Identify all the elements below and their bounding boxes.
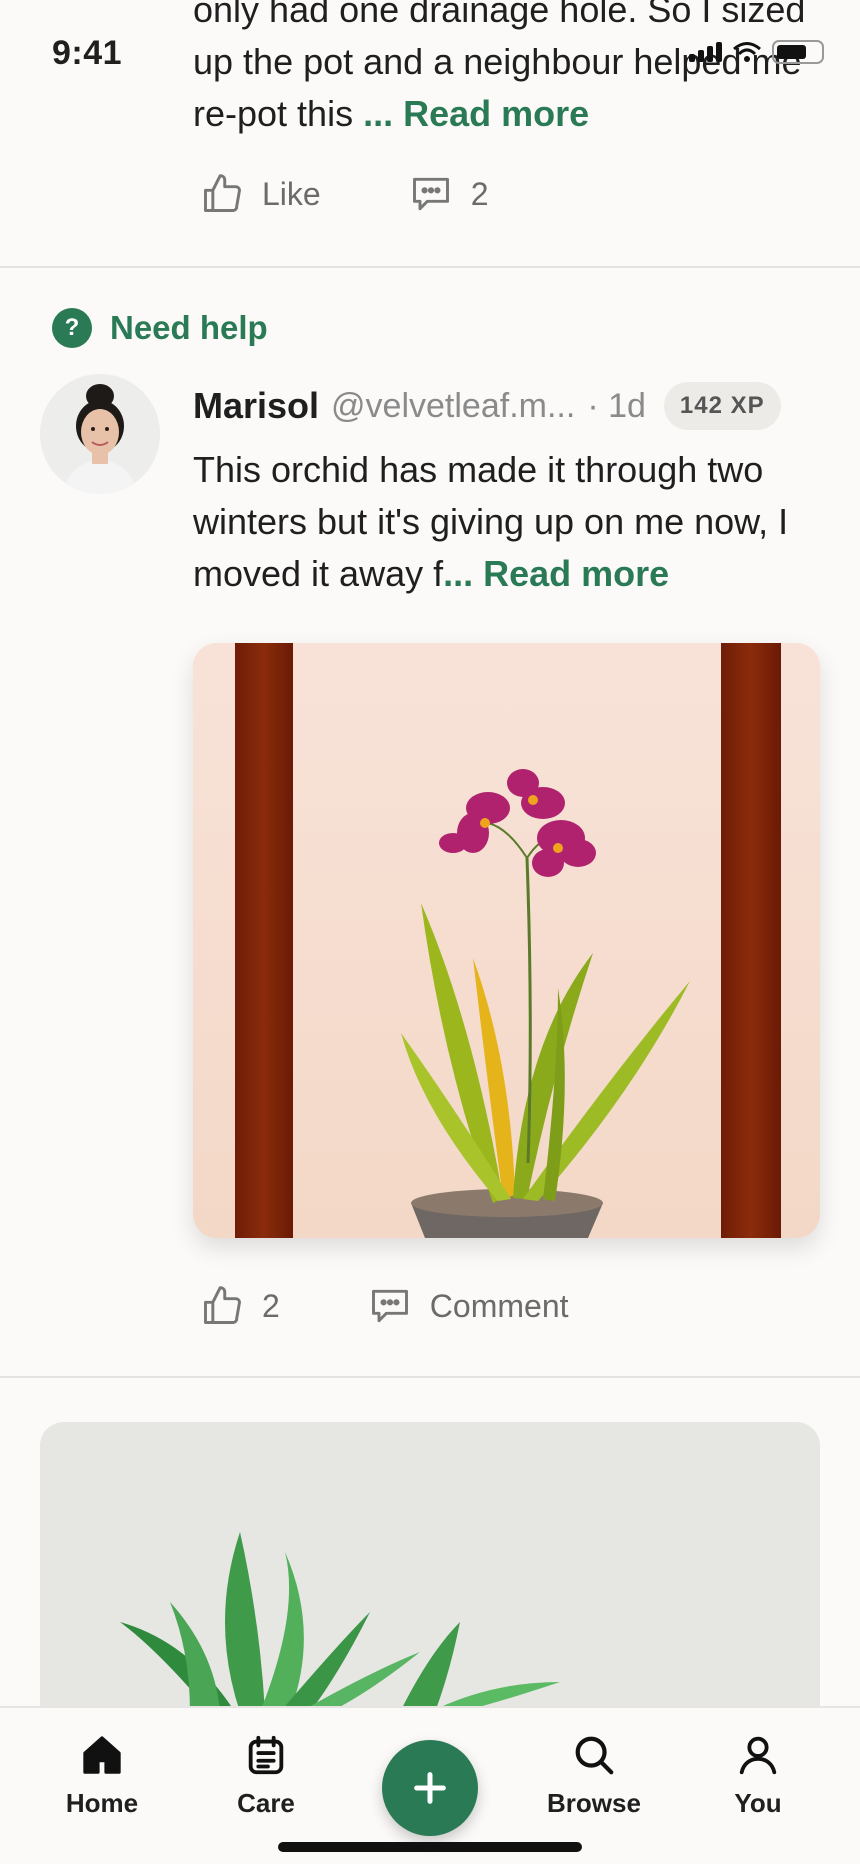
read-more-link[interactable]: ... Read more <box>443 553 669 594</box>
post-age: · 1d <box>587 386 646 425</box>
like-label: Like <box>262 175 321 212</box>
like-button[interactable]: Like <box>200 172 321 216</box>
nav-item-browse[interactable]: Browse <box>524 1732 664 1819</box>
post-photo-succulent[interactable] <box>40 1422 820 1712</box>
question-icon: ? <box>52 308 92 348</box>
post-actions: 2 Comment <box>200 1284 569 1328</box>
like-button[interactable]: 2 <box>200 1284 280 1328</box>
nav-label: You <box>734 1788 782 1818</box>
like-count: 2 <box>262 1287 280 1324</box>
previous-post-actions: Like 2 <box>200 172 489 216</box>
category-label: Need help <box>110 309 268 346</box>
thumbs-up-icon <box>204 174 241 212</box>
bottom-nav: Home Care Browse You <box>0 1706 860 1864</box>
category-tag[interactable]: ? Need help <box>52 308 268 348</box>
nav-item-you[interactable]: You <box>688 1732 828 1819</box>
comment-button[interactable]: Comment <box>368 1284 569 1328</box>
search-icon <box>575 1736 614 1775</box>
signal-icon <box>689 42 722 62</box>
plus-icon <box>414 1772 446 1804</box>
comment-icon <box>371 1289 408 1323</box>
home-indicator <box>278 1842 582 1852</box>
thumbs-up-icon <box>204 1286 241 1324</box>
wifi-icon <box>733 42 761 62</box>
battery-icon <box>772 40 824 64</box>
calendar-icon <box>248 1735 284 1775</box>
nav-label: Care <box>237 1788 295 1818</box>
comment-count: 2 <box>470 175 489 212</box>
author-handle[interactable]: @velvetleaf.m... <box>331 387 575 426</box>
nav-label: Home <box>65 1788 139 1818</box>
comment-icon <box>412 177 449 211</box>
succulent-illustration <box>40 1422 820 1712</box>
person-icon <box>739 1736 777 1775</box>
orchid-illustration <box>193 643 820 1238</box>
avatar[interactable] <box>40 374 160 494</box>
home-icon <box>83 1736 121 1774</box>
author-row: Marisol @velvetleaf.m... · 1d 142 XP <box>193 382 781 430</box>
post-divider <box>0 266 860 268</box>
add-post-button[interactable] <box>382 1740 478 1836</box>
read-more-link[interactable]: ... Read more <box>363 93 589 134</box>
status-time: 9:41 <box>52 34 123 72</box>
avatar-portrait <box>40 374 160 494</box>
status-icons <box>689 40 824 64</box>
previous-post-line: only had one drainage hole. So I sized <box>193 0 806 30</box>
post-body[interactable]: This orchid has made it through two wint… <box>193 444 833 600</box>
author-name[interactable]: Marisol <box>193 385 319 427</box>
comment-button[interactable]: 2 <box>409 172 489 216</box>
nav-item-home[interactable]: Home <box>32 1732 172 1819</box>
post-divider <box>0 1376 860 1378</box>
previous-post-line: re-pot this <box>193 93 364 134</box>
post-photo-orchid[interactable] <box>193 643 820 1238</box>
comment-label: Comment <box>429 1287 569 1324</box>
nav-label: Browse <box>547 1788 641 1818</box>
nav-item-care[interactable]: Care <box>196 1732 336 1819</box>
previous-post-text: only had one drainage hole. So I sized u… <box>193 0 833 140</box>
xp-badge: 142 XP <box>663 382 781 430</box>
